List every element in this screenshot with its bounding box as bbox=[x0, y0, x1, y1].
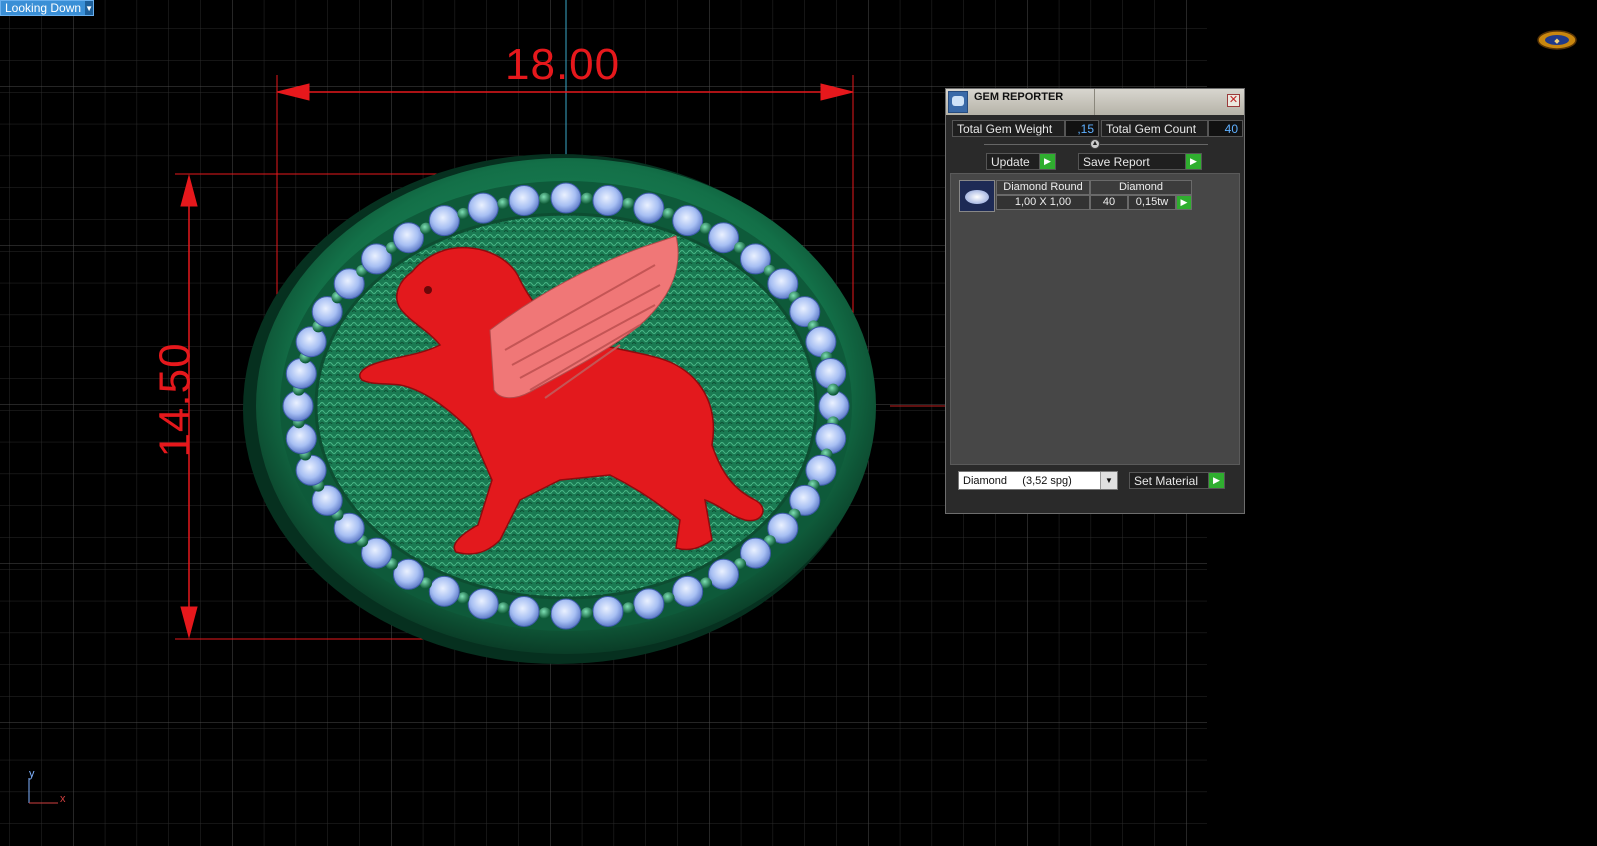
set-material-button[interactable]: Set Material ▶ bbox=[1129, 472, 1225, 489]
axis-x-label: x bbox=[60, 793, 66, 805]
gem-weight: 0,15tw bbox=[1128, 195, 1176, 210]
3d-viewport[interactable]: ◆ Looking Down ▼ 18.00 14.50 y x bbox=[0, 0, 1597, 846]
metal-bead bbox=[581, 192, 594, 205]
diamond-stone bbox=[428, 575, 460, 607]
diamond-stone bbox=[708, 222, 740, 254]
save-report-button-label: Save Report bbox=[1083, 154, 1150, 169]
total-gem-count-label: Total Gem Count bbox=[1101, 120, 1208, 137]
gem-material: Diamond bbox=[1090, 180, 1192, 195]
diamond-stone bbox=[815, 357, 847, 389]
brand-logo: ◆ bbox=[1537, 30, 1577, 50]
diamond-stone bbox=[508, 595, 540, 627]
pendant-model[interactable] bbox=[243, 154, 876, 664]
metal-bead bbox=[497, 197, 510, 210]
diamond-stone bbox=[672, 575, 704, 607]
view-selector[interactable]: Looking Down ▼ bbox=[0, 0, 94, 16]
total-gem-weight-label: Total Gem Weight bbox=[952, 120, 1065, 137]
metal-bead bbox=[581, 607, 594, 620]
gem-reporter-app-icon bbox=[948, 91, 968, 113]
height-dimension-label: 14.50 bbox=[150, 342, 200, 458]
play-arrow-icon[interactable]: ▶ bbox=[1176, 195, 1192, 210]
diamond-stone bbox=[392, 222, 424, 254]
axis-y-label: y bbox=[29, 768, 35, 780]
save-report-button[interactable]: Save Report ▶ bbox=[1078, 153, 1202, 170]
metal-bead bbox=[622, 602, 635, 615]
gem-list[interactable]: Diamond Round Diamond 1,00 X 1,00 40 0,1… bbox=[950, 173, 1240, 465]
play-arrow-icon: ▶ bbox=[1039, 154, 1055, 169]
diamond-stone bbox=[428, 205, 460, 237]
update-button-label: Update bbox=[991, 154, 1030, 169]
diamond-stone bbox=[285, 423, 317, 455]
gem-reporter-title: GEM REPORTER bbox=[974, 89, 1095, 115]
play-arrow-icon: ▶ bbox=[1185, 154, 1201, 169]
viewport-grid: ◆ bbox=[0, 0, 1597, 846]
diamond-stone bbox=[550, 598, 582, 630]
close-icon[interactable]: ✕ bbox=[1227, 94, 1240, 107]
diamond-stone bbox=[508, 185, 540, 217]
metal-bead bbox=[538, 607, 551, 620]
gem-reporter-titlebar[interactable]: GEM REPORTER ✕ bbox=[946, 89, 1244, 115]
axis-indicator: y x bbox=[24, 768, 74, 808]
gem-size: 1,00 X 1,00 bbox=[996, 195, 1090, 210]
diamond-stone bbox=[815, 423, 847, 455]
total-gem-weight: Total Gem Weight ,15 bbox=[952, 120, 1099, 137]
update-button[interactable]: Update ▶ bbox=[986, 153, 1056, 170]
gem-reporter-panel[interactable]: GEM REPORTER ✕ Total Gem Weight ,15 Tota… bbox=[945, 88, 1245, 514]
gem-details-grid: Diamond Round Diamond 1,00 X 1,00 40 0,1… bbox=[996, 180, 1192, 212]
set-material-button-label: Set Material bbox=[1134, 473, 1199, 488]
diamond-stone bbox=[672, 205, 704, 237]
diamond-stone bbox=[467, 192, 499, 224]
metal-bead bbox=[497, 602, 510, 615]
diamond-stone bbox=[633, 192, 665, 224]
metal-bead bbox=[662, 592, 675, 605]
view-selector-label: Looking Down bbox=[5, 1, 82, 15]
svg-text:◆: ◆ bbox=[1554, 38, 1560, 45]
metal-bead bbox=[457, 207, 470, 220]
diamond-stone bbox=[805, 326, 837, 358]
splitter-handle[interactable]: ▲ bbox=[1090, 139, 1100, 149]
material-select[interactable]: Diamond (3,52 spg) ▼ bbox=[958, 471, 1118, 490]
diamond-stone bbox=[633, 588, 665, 620]
diamond-stone bbox=[592, 595, 624, 627]
metal-bead bbox=[538, 192, 551, 205]
gem-shape: Diamond Round bbox=[996, 180, 1090, 195]
diamond-stone bbox=[708, 558, 740, 590]
round-diamond-icon bbox=[959, 180, 995, 212]
total-gem-count: Total Gem Count 40 bbox=[1101, 120, 1243, 137]
width-dimension-label: 18.00 bbox=[505, 40, 621, 89]
play-arrow-icon: ▶ bbox=[1208, 473, 1224, 488]
total-gem-weight-value: ,15 bbox=[1065, 120, 1099, 137]
diamond-stone bbox=[295, 454, 327, 486]
total-gem-count-value: 40 bbox=[1208, 120, 1243, 137]
diamond-stone bbox=[285, 357, 317, 389]
material-select-value: Diamond (3,52 spg) bbox=[963, 474, 1072, 487]
metal-bead bbox=[622, 197, 635, 210]
diamond-stone bbox=[467, 588, 499, 620]
diamond-stone bbox=[592, 185, 624, 217]
chevron-down-icon[interactable]: ▼ bbox=[85, 1, 93, 15]
chevron-down-icon[interactable]: ▼ bbox=[1100, 472, 1117, 489]
gem-count: 40 bbox=[1090, 195, 1128, 210]
diamond-stone bbox=[550, 182, 582, 214]
diamond-stone bbox=[392, 558, 424, 590]
gem-list-item[interactable]: Diamond Round Diamond 1,00 X 1,00 40 0,1… bbox=[959, 180, 1192, 212]
metal-bead bbox=[827, 383, 840, 396]
